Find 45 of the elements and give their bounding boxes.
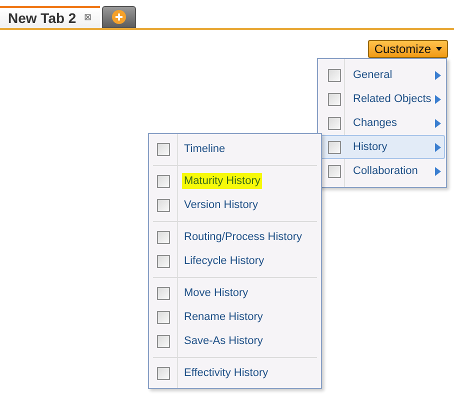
checkbox[interactable]: [328, 140, 341, 154]
menu-item-label: Changes: [353, 116, 398, 131]
tab-label: New Tab 2: [8, 8, 76, 28]
submenu-item[interactable]: Version History: [182, 196, 260, 214]
customize-button[interactable]: Customize: [368, 40, 448, 58]
caret-icon: [436, 47, 442, 51]
plus-icon: [112, 10, 126, 24]
arrow-right-icon: [435, 142, 441, 152]
arrow-right-icon: [435, 70, 441, 80]
checkbox[interactable]: [157, 142, 170, 156]
checkbox[interactable]: [328, 68, 341, 82]
menu-item[interactable]: Related Objects: [319, 87, 445, 111]
checkbox[interactable]: [157, 230, 170, 244]
checkbox[interactable]: [157, 174, 170, 188]
checkbox[interactable]: [157, 366, 170, 380]
checkbox[interactable]: [328, 116, 341, 130]
arrow-right-icon: [435, 118, 441, 128]
submenu-item[interactable]: Lifecycle History: [182, 252, 266, 270]
tab[interactable]: New Tab 2 ⊠: [0, 6, 100, 28]
submenu-item[interactable]: Effectivity History: [182, 364, 270, 382]
submenu-item[interactable]: Maturity History: [182, 172, 262, 190]
menu-item[interactable]: Collaboration: [319, 159, 445, 183]
menu-item[interactable]: History: [319, 135, 445, 159]
checkbox[interactable]: [157, 334, 170, 348]
checkbox[interactable]: [157, 310, 170, 324]
close-button[interactable]: ⊠: [84, 11, 92, 25]
checkbox[interactable]: [328, 92, 341, 106]
submenu-item[interactable]: Timeline: [182, 140, 228, 158]
menu-item[interactable]: Changes: [319, 111, 445, 135]
checkbox[interactable]: [157, 198, 170, 212]
menu-item[interactable]: General: [319, 63, 445, 87]
menu-item-label: Related Objects: [353, 92, 432, 107]
checkbox[interactable]: [328, 164, 341, 178]
arrow-right-icon: [435, 94, 441, 104]
menu-item-label: History: [353, 140, 388, 155]
submenu-item[interactable]: Save-As History: [182, 332, 265, 350]
menu-item-label: General: [353, 68, 394, 83]
submenu-item[interactable]: Rename History: [182, 308, 265, 326]
arrow-right-icon: [435, 166, 441, 176]
checkbox[interactable]: [157, 254, 170, 268]
submenu-item[interactable]: Routing/Process History: [182, 228, 304, 246]
submenu-item[interactable]: Move History: [182, 284, 250, 302]
menu-item-label: Collaboration: [353, 164, 419, 179]
checkbox[interactable]: [157, 286, 170, 300]
new-tab-button[interactable]: [102, 6, 136, 28]
